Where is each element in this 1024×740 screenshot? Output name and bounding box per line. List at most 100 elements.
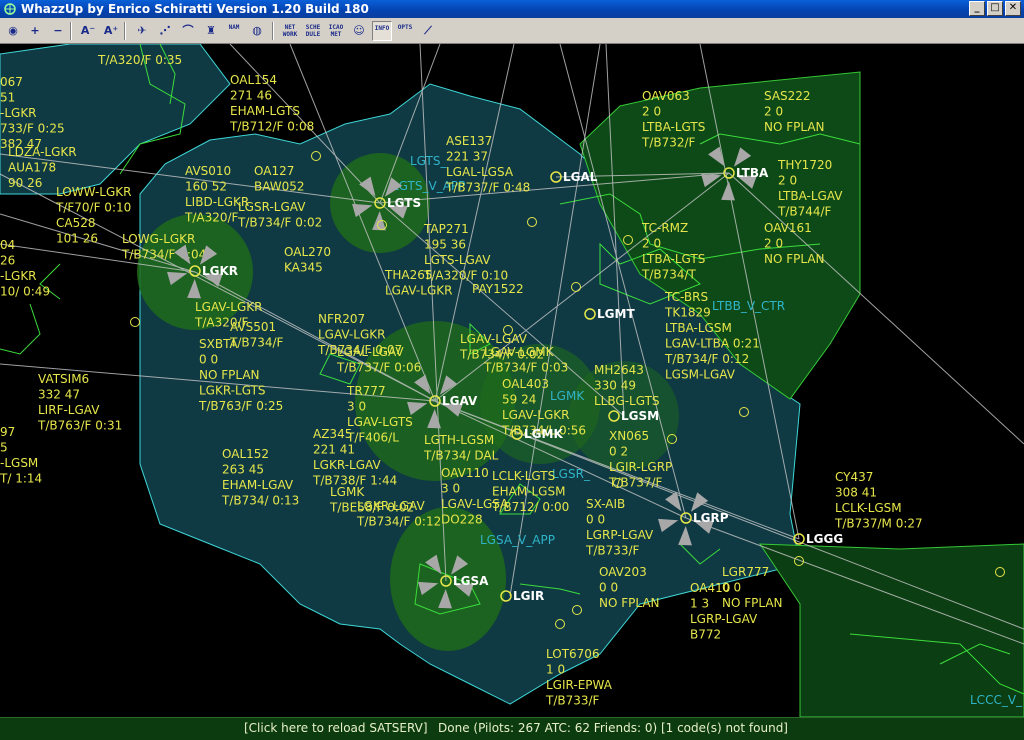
flight-label-line: 733/F 0:25 <box>0 122 65 136</box>
zoom-in-button[interactable]: + <box>25 21 45 41</box>
flight-label-line: AZ345 <box>313 427 352 441</box>
app-icon <box>4 3 16 15</box>
info-toggle[interactable]: INFO <box>372 21 392 41</box>
flight-label-line: 308 41 <box>835 486 877 500</box>
flight-label-line: T/B734/F <box>229 336 284 350</box>
airport-label: LGSM <box>621 409 659 423</box>
airport-label: LGGG <box>806 532 843 546</box>
flight-label[interactable]: PAY1522 <box>472 282 524 296</box>
flight-label-line: LGAV-LGTS <box>347 415 413 429</box>
flight-label-line: TAP271 <box>423 222 469 236</box>
measure-icon[interactable]: ⟋ <box>418 21 438 41</box>
options-toggle[interactable]: OPTS <box>395 21 415 41</box>
flight-label-line: T/B734/F 0:12 <box>664 352 749 366</box>
flight-label-line: T/B734/F 0:02 <box>237 216 322 230</box>
flight-label[interactable]: VATSIM6 332 47LIRF-LGAV T/B763/F 0:31 <box>37 372 122 433</box>
flight-label-line: T/B737/F 0:06 <box>336 361 421 375</box>
flight-label-line: T/B733/F <box>545 694 600 708</box>
airplane-icon[interactable]: ✈ <box>132 21 152 41</box>
route-icon[interactable]: ⌒ <box>178 21 198 41</box>
map-view[interactable]: LGTS_V_APP LGTS_ LTBB_V_CTR LGSA_V_APP LGMK L… <box>0 44 1024 717</box>
minimize-button[interactable]: _ <box>969 1 985 16</box>
airport-label: LGMK <box>524 427 563 441</box>
maximize-button[interactable]: □ <box>987 1 1003 16</box>
globe-icon[interactable]: ◉ <box>3 21 23 41</box>
toolbar-separator <box>124 22 126 40</box>
flight-label-line: LGKR-LGAV <box>313 458 381 472</box>
flight-label-line: LGMK <box>330 485 365 499</box>
flight-label[interactable]: LGR777 0 0NO FPLAN <box>722 565 783 610</box>
flight-label-line: T/B734/T <box>641 268 697 282</box>
flight-label-line: OAV063 <box>642 89 690 103</box>
icao-met-toggle[interactable]: ICAO MET <box>326 21 346 41</box>
flight-label-line: T/B737/F 0:48 <box>445 181 530 195</box>
flight-label[interactable]: 04 26-LGKR 10/ 0:49 <box>0 238 50 299</box>
flight-label-line: -LGSM <box>0 456 38 470</box>
flight-label-line: LGAV-LGKR <box>195 300 262 314</box>
flight-label-line: LOWG-LGKR <box>122 232 195 246</box>
flight-label-line: 97 <box>0 425 15 439</box>
flight-label-line: T/B712/F 0:08 <box>229 120 314 134</box>
sector-label: LGTS_ <box>410 154 448 168</box>
sector-label: LGMK <box>550 389 585 403</box>
flight-label-line: 0 0 <box>586 513 605 527</box>
toolbar: ◉ + − A⁻ A⁺ ✈ ⋰ ⌒ ♜ NAM ◍ NET WORK SCHE DULE ICAO MET ☺ IN… <box>0 18 1024 44</box>
flight-label-line: 2 0 <box>642 105 661 119</box>
nam-toggle[interactable]: NAM <box>224 21 244 41</box>
flight-label-line: T/B734/ DAL <box>423 449 499 463</box>
schedule-toggle[interactable]: SCHE DULE <box>303 21 323 41</box>
flight-label-line: LGR777 <box>722 565 769 579</box>
flight-label-line: TR777 <box>346 384 386 398</box>
airport-lggg[interactable]: LGGG <box>793 532 843 546</box>
close-button[interactable]: ✕ <box>1005 1 1021 16</box>
flight-label[interactable]: 97 5-LGSM T/ 1:14 <box>0 425 42 486</box>
flight-label-line: 3 0 <box>347 400 366 414</box>
flight-label[interactable]: T/A320/F 0:35 <box>97 53 182 67</box>
flight-label-line: OAV203 <box>599 565 647 579</box>
flight-label-line: LGAL-LGSA <box>446 165 514 179</box>
status-bar: [Click here to reload SATSERV] Done (Pil… <box>0 717 1024 740</box>
flight-label-line: EHAM-LGTS <box>230 104 300 118</box>
tower-icon[interactable]: ♜ <box>201 21 221 41</box>
toolbar-separator <box>272 22 274 40</box>
flight-label[interactable]: LOWG-LGKR T/B734/F 0:04 <box>121 232 206 262</box>
flight-label-line: 2 0 <box>642 237 661 251</box>
flight-label-line: -LGKR <box>0 269 37 283</box>
flight-label-line: 1 3 <box>690 597 709 611</box>
airport-label: LGKR <box>202 264 238 278</box>
flight-label-line: LTBA-LGSM <box>665 321 732 335</box>
flight-label-line: LGAL-LGAV <box>337 345 404 359</box>
flight-label[interactable]: OAL154 271 46EHAM-LGTS T/B712/F 0:08 <box>229 73 314 134</box>
flight-label-line: 195 36 <box>424 238 466 252</box>
flight-label-line: LGAV-LGKR <box>502 408 569 422</box>
flight-label-line: EHAM-LGSM <box>492 485 565 499</box>
flight-label[interactable]: LGTH-LGSM T/B734/ DAL <box>423 433 499 463</box>
smiley-icon[interactable]: ☺ <box>349 21 369 41</box>
font-larger-icon[interactable]: A⁺ <box>101 21 121 41</box>
flight-label-line: LOT6706 <box>546 647 600 661</box>
world-icon[interactable]: ◍ <box>247 21 267 41</box>
flight-label-line: LGIR-EPWA <box>546 678 613 692</box>
flight-label-line: LGKR-LGTS <box>199 384 266 398</box>
flight-label-line: NO FPLAN <box>199 368 260 382</box>
flight-label[interactable]: CY437 308 41LCLK-LGSM T/B737/M 0:27 <box>834 470 923 531</box>
flight-label-line: LTBA-LGTS <box>642 252 705 266</box>
zoom-out-button[interactable]: − <box>48 21 68 41</box>
sector-label: LTBB_V_CTR <box>712 299 785 313</box>
flight-label-line: 04 <box>0 238 15 252</box>
flight-label-line: LLBG-LGTS <box>594 394 660 408</box>
network-toggle[interactable]: NET WORK <box>280 21 300 41</box>
font-smaller-icon[interactable]: A⁻ <box>78 21 98 41</box>
flight-label-line: LDZA-LGKR <box>8 145 77 159</box>
airport-label: LGMT <box>597 307 635 321</box>
flight-label-line: 221 41 <box>313 443 355 457</box>
reload-satserv-link[interactable]: [Click here to reload SATSERV] <box>244 721 428 735</box>
flight-label-line: T/B734/ 0:13 <box>221 494 299 508</box>
flight-label-line: 2 0 <box>764 237 783 251</box>
flight-label[interactable]: LOT6706 1 0LGIR-EPWA T/B733/F <box>545 647 613 708</box>
map-canvas[interactable]: LGTS_V_APPLGTS_LTBB_V_CTRLGSA_V_APPLGMKL… <box>0 44 1024 717</box>
flight-label-line: 1 0 <box>546 663 565 677</box>
flight-label-line: AUA178 <box>8 161 56 175</box>
flight-label-line: NFR207 <box>318 312 365 326</box>
grid-icon[interactable]: ⋰ <box>155 21 175 41</box>
